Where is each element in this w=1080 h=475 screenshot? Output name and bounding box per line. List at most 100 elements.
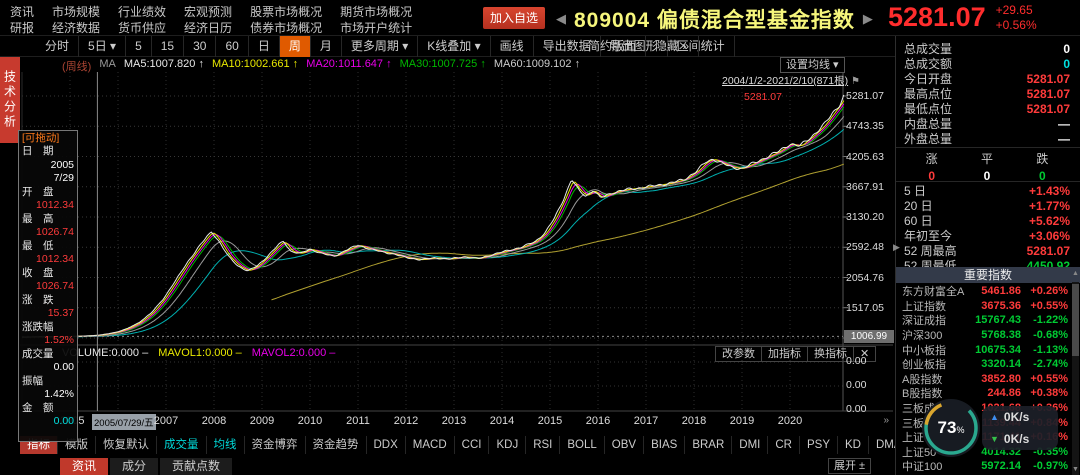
tab-technical-analysis[interactable]: 技术分析 (0, 57, 20, 143)
menu-item-市场规模[interactable]: 市场规模 (52, 3, 100, 20)
indicator-tab-BIAS[interactable]: BIAS (644, 436, 686, 454)
menu-item-行业绩效[interactable]: 行业绩效 (118, 3, 166, 20)
ohlc-info-box[interactable]: [可拖动] 日 期 2005 7/29 开 盘 1012.34 最 高 1026.74 最 低… (18, 130, 78, 442)
indicator-tab-CCI[interactable]: CCI (455, 436, 490, 454)
price-change: +29.65 (995, 2, 1033, 17)
indicator-tab-资金趋势[interactable]: 资金趋势 (306, 436, 367, 454)
indicator-tab-资金博弈[interactable]: 资金博弈 (245, 436, 306, 454)
period-button-15[interactable]: 15 (152, 36, 185, 57)
menu-item-债券市场概况[interactable]: 债券市场概况 (250, 19, 322, 36)
indicator-tab-DDX[interactable]: DDX (367, 436, 406, 454)
next-security-arrow[interactable]: ▶ (863, 11, 873, 27)
bottom-tab-成分[interactable]: 成分 (110, 458, 159, 475)
period-button-60[interactable]: 60 (216, 36, 249, 57)
indicator-tab-RSI[interactable]: RSI (526, 436, 561, 454)
menu-item-股票市场概况[interactable]: 股票市场概况 (250, 3, 322, 20)
date-tick: 2017 (633, 415, 659, 427)
bottom-tab-贡献点数[interactable]: 贡献点数 (160, 458, 233, 475)
index-name: 沪深300 (902, 330, 943, 343)
prev-security-arrow[interactable]: ◀ (556, 11, 566, 27)
date-tick: 2011 (346, 415, 370, 427)
menu-item-经济日历[interactable]: 经济日历 (184, 19, 232, 36)
indicator-tab-KD[interactable]: KD (838, 436, 869, 454)
date-tick: 2016 (585, 415, 611, 427)
info-value: 0.00 (53, 415, 74, 427)
indicator-tab-CR[interactable]: CR (768, 436, 800, 454)
date-axis-more-icon[interactable]: » (883, 415, 889, 426)
indicator-button-改参数[interactable]: 改参数 (715, 346, 761, 362)
info-label: 涨 跌 (22, 293, 54, 306)
upload-arrow-icon: ▲ (990, 412, 999, 422)
scroll-up-arrow[interactable]: ▲ (1072, 269, 1079, 278)
index-row[interactable]: 沪深300 5768.38 -0.68% (902, 328, 1068, 343)
network-status-widget[interactable]: 73% ▲ 0K/s ▼ 0K/s (922, 399, 1062, 459)
indicator-tab-BRAR[interactable]: BRAR (685, 436, 733, 454)
set-ma-button[interactable]: 设置均线 ▾ (780, 57, 845, 73)
index-row[interactable]: 中小板指 10675.34 -1.13% (902, 342, 1068, 357)
info-value: 1026.74 (36, 280, 74, 292)
price-chart-canvas[interactable] (20, 57, 895, 432)
add-watchlist-button[interactable]: 加入自选 (483, 7, 545, 29)
index-pct: -0.68% (1033, 329, 1068, 342)
top-menu-row-2: 研报 经济数据 货币供应 经济日历 债券市场概况 市场开户统计 (10, 19, 412, 36)
indicator-tab-BOLL[interactable]: BOLL (560, 436, 605, 454)
menu-item-市场开户统计[interactable]: 市场开户统计 (340, 19, 412, 36)
indicator-tab-MACD[interactable]: MACD (406, 436, 455, 454)
period-button-5日 ▾[interactable]: 5日 ▾ (79, 36, 127, 57)
index-row[interactable]: 创业板指 3320.14 -2.74% (902, 357, 1068, 372)
stat-row: 外盘总量 — (904, 131, 1070, 147)
expand-button[interactable]: 展开 ± (828, 458, 872, 474)
period-button-K线叠加 ▾[interactable]: K线叠加 ▾ (418, 36, 491, 57)
stat-value: 5281.07 (1026, 86, 1070, 101)
menu-item-经济数据[interactable]: 经济数据 (52, 19, 100, 36)
menu-item-宏观预测[interactable]: 宏观预测 (184, 3, 232, 20)
chart-area[interactable]: (周线) MA MA5:1007.820 ↑ MA10:1002.661 ↑ MA20:… (20, 57, 895, 432)
period-button-画线[interactable]: 画线 (491, 36, 534, 57)
period-button-5[interactable]: 5 (126, 36, 152, 57)
hide-panel-button[interactable]: 隐藏 » (646, 36, 699, 57)
volume-indicator-header: VOLUME:0.000 – MAVOL1:0.000 – MAVOL2:0.000… (62, 347, 335, 359)
indicator-tab-均线[interactable]: 均线 (207, 436, 245, 454)
menu-item-研报[interactable]: 研报 (10, 19, 34, 36)
simple-layout-button[interactable]: 简约版面 (579, 36, 646, 57)
updown-header: 跌 (1036, 152, 1049, 166)
period-button-日[interactable]: 日 (249, 36, 280, 57)
period-button-30[interactable]: 30 (184, 36, 217, 57)
period-button-周[interactable]: 周 (279, 36, 311, 57)
index-row[interactable]: A股指数 3852.80 +0.55% (902, 372, 1068, 387)
index-row[interactable]: 深证成指 15767.43 -1.22% (902, 313, 1068, 328)
menu-item-资讯[interactable]: 资讯 (10, 3, 34, 20)
index-row[interactable]: 中证100 5972.14 -0.97% (902, 459, 1068, 474)
info-label: 振幅 (22, 374, 43, 387)
menu-item-货币供应[interactable]: 货币供应 (118, 19, 166, 36)
index-pct: -2.74% (1033, 358, 1068, 371)
pin-icon[interactable]: ⚑ (851, 76, 860, 87)
panel-collapse-arrow[interactable]: ▶ (893, 242, 900, 253)
date-tick: 2020 (777, 415, 803, 427)
indicator-tab-恢复默认[interactable]: 恢复默认 (96, 436, 157, 454)
indicator-tab-OBV[interactable]: OBV (605, 436, 645, 454)
index-row[interactable]: 上证指数 3675.36 +0.55% (902, 299, 1068, 314)
info-label: 成交量 (22, 347, 54, 360)
crosshair-date-label: 2005/07/29/五 (92, 414, 156, 430)
indicator-tab-KDJ[interactable]: KDJ (489, 436, 527, 454)
indicator-button-加指标[interactable]: 加指标 (761, 346, 807, 362)
period-button-分时[interactable]: 分时 (36, 36, 80, 57)
panel-scrollbar[interactable] (1072, 282, 1079, 475)
index-name: 深证成指 (902, 315, 946, 328)
bottom-tab-资讯[interactable]: 资讯 (60, 458, 109, 475)
index-row[interactable]: 东方财富全A 5461.86 +0.26% (902, 284, 1068, 299)
ma-header-item: MA10:1002.661 ↑ (211, 58, 299, 70)
index-value: 15767.43 (975, 314, 1021, 327)
menu-item-期货市场概况[interactable]: 期货市场概况 (340, 3, 412, 20)
scroll-down-arrow[interactable]: ▼ (1072, 465, 1079, 474)
indicator-tab-PSY[interactable]: PSY (800, 436, 838, 454)
period-button-更多周期 ▾[interactable]: 更多周期 ▾ (342, 36, 419, 57)
indicator-tab-成交量[interactable]: 成交量 (157, 436, 207, 454)
scrollbar-thumb[interactable] (1072, 284, 1079, 356)
usage-gauge[interactable]: 73% (922, 399, 980, 457)
perf-row: 年初至今 +3.06% (904, 228, 1070, 244)
performance-stats: 5 日 +1.43% 20 日 +1.77% 60 日 +5.62% 年初至今 +3.06% 5… (904, 183, 1070, 274)
indicator-tab-DMI[interactable]: DMI (732, 436, 769, 454)
period-button-月[interactable]: 月 (311, 36, 342, 57)
